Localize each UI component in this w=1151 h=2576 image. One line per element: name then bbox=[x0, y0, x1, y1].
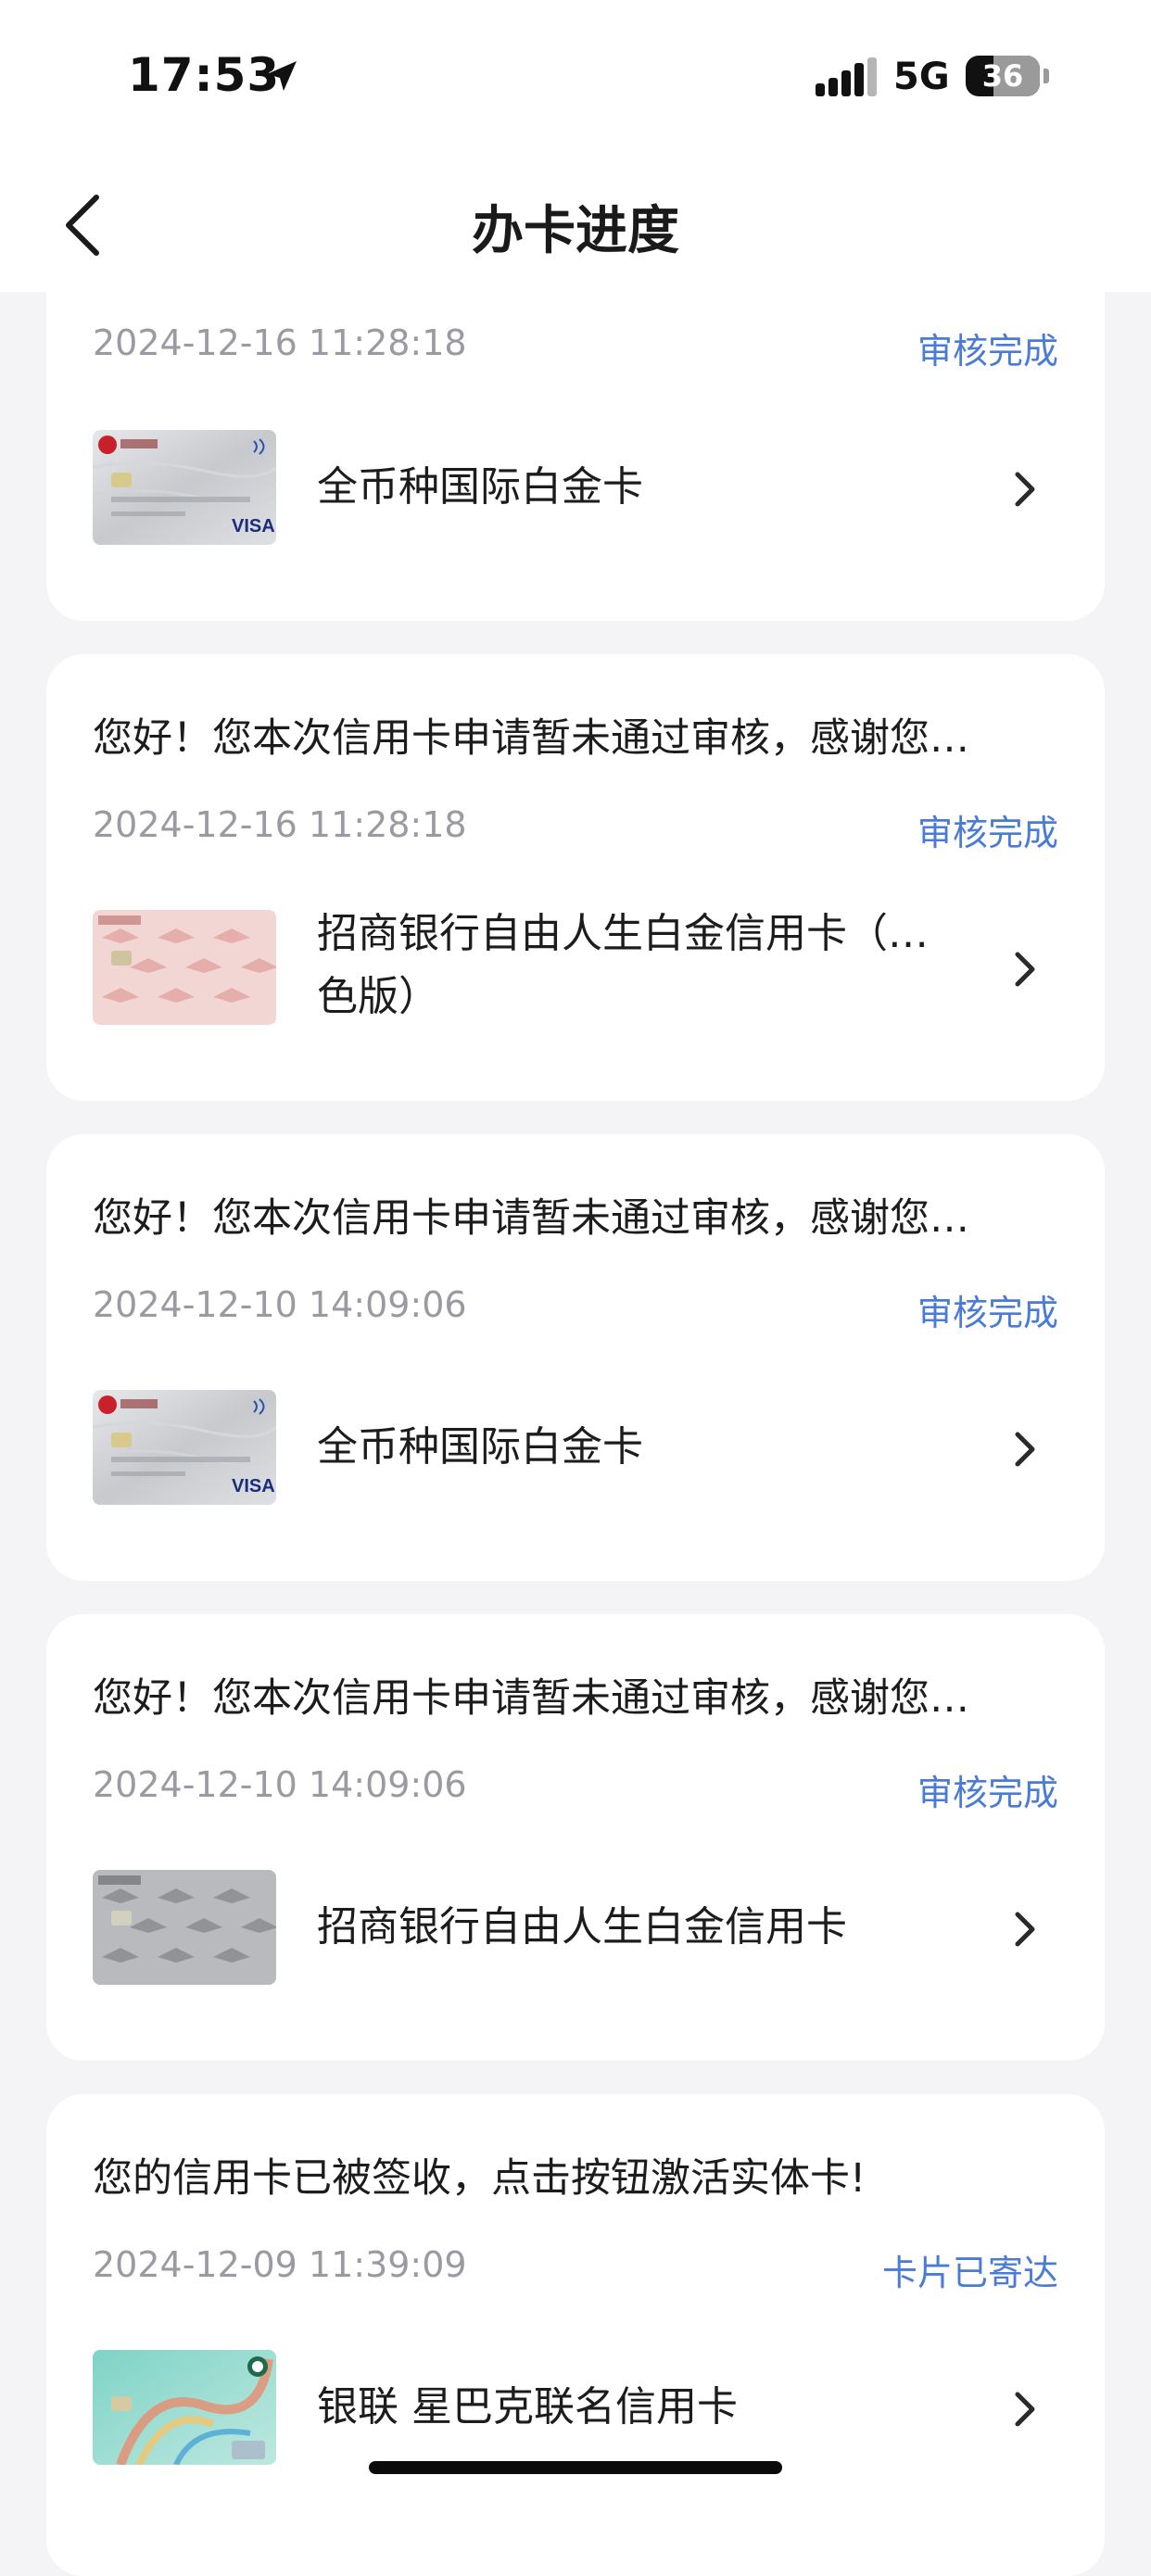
application-message: 您好！您本次信用卡申请暂未通过审核，感谢您… bbox=[93, 715, 969, 762]
card-product-name: 银联 星巴克联名信用卡 bbox=[317, 2383, 738, 2431]
card-product-name: 全币种国际白金卡 bbox=[317, 463, 643, 511]
svg-text:VISA: VISA bbox=[232, 516, 275, 537]
card-thumbnail bbox=[93, 1870, 276, 1985]
application-message: 您好！您本次信用卡申请暂未通过审核，感谢您… bbox=[93, 1675, 969, 1722]
application-date: 2024-12-16 11:28:18 bbox=[93, 322, 467, 363]
card-thumbnail: VISA bbox=[93, 430, 276, 545]
application-status: 审核完成 bbox=[917, 1773, 1058, 1813]
network-label: 5G bbox=[893, 56, 950, 98]
page-title: 办卡进度 bbox=[472, 201, 679, 261]
chevron-right-icon bbox=[1015, 2392, 1035, 2427]
home-indicator[interactable] bbox=[369, 2461, 782, 2474]
application-message: 您的信用卡已被签收，点击按钮激活实体卡! bbox=[93, 2155, 866, 2202]
chevron-right-icon bbox=[1015, 952, 1035, 987]
application-date: 2024-12-09 11:39:09 bbox=[93, 2244, 467, 2285]
card-product-name: 招商银行自由人生白金信用卡 bbox=[317, 1903, 847, 1951]
status-time: 17:53 bbox=[128, 48, 281, 102]
application-date: 2024-12-10 14:09:06 bbox=[93, 1764, 467, 1805]
application-date: 2024-12-16 11:28:18 bbox=[93, 804, 467, 845]
application-card[interactable]: 您好！您本次信用卡申请暂未通过审核，感谢您… 2024-12-16 11:28:… bbox=[46, 654, 1105, 1101]
location-arrow-icon bbox=[267, 61, 297, 91]
battery-cap bbox=[1043, 69, 1049, 83]
application-card[interactable]: 2024-12-16 11:28:18 审核完成 VISA 全币种国际白金卡 bbox=[46, 241, 1105, 621]
card-product-name: 全币种国际白金卡 bbox=[317, 1423, 643, 1471]
chevron-right-icon bbox=[1015, 472, 1035, 507]
card-thumbnail: VISA bbox=[93, 1390, 276, 1505]
application-card[interactable]: 您好！您本次信用卡申请暂未通过审核，感谢您… 2024-12-10 14:09:… bbox=[46, 1614, 1105, 2061]
battery-level: 36 bbox=[981, 58, 1024, 94]
card-product-name: 招商银行自由人生白金信用卡（… 色版） bbox=[317, 903, 1021, 1029]
progress-list: 2024-12-16 11:28:18 审核完成 VISA 全币种国际白金卡 您… bbox=[0, 0, 1151, 2576]
signal-icon bbox=[816, 57, 877, 96]
application-date: 2024-12-10 14:09:06 bbox=[93, 1284, 467, 1325]
application-status: 审核完成 bbox=[917, 331, 1058, 372]
application-status: 审核完成 bbox=[917, 813, 1058, 853]
application-card[interactable]: 您的信用卡已被签收，点击按钮激活实体卡! 2024-12-09 11:39:09… bbox=[46, 2094, 1105, 2576]
card-thumbnail bbox=[93, 910, 276, 1025]
top-bar: 17:53 5G 36 办卡进度 bbox=[0, 0, 1151, 292]
card-product-name-line1: 招商银行自由人生白金信用卡（… bbox=[317, 910, 929, 957]
battery-icon: 36 bbox=[966, 56, 1040, 96]
card-product-name-line2: 色版） bbox=[317, 973, 439, 1020]
card-thumbnail bbox=[93, 2350, 276, 2465]
chevron-right-icon bbox=[1015, 1432, 1035, 1467]
svg-text:VISA: VISA bbox=[232, 1476, 275, 1496]
application-status: 卡片已寄达 bbox=[881, 2253, 1058, 2293]
chevron-right-icon bbox=[1015, 1912, 1035, 1947]
application-message: 您好！您本次信用卡申请暂未通过审核，感谢您… bbox=[93, 1195, 969, 1242]
application-status: 审核完成 bbox=[917, 1293, 1058, 1333]
application-card[interactable]: 您好！您本次信用卡申请暂未通过审核，感谢您… 2024-12-10 14:09:… bbox=[46, 1134, 1105, 1581]
